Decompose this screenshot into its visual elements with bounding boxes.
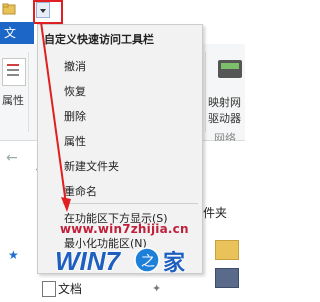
svg-text:家: 家 [163,250,186,276]
watermark-url: www.win7zhijia.cn [60,222,189,236]
svg-text:之: 之 [141,253,155,269]
svg-text:WIN7: WIN7 [55,246,122,276]
watermark-logo: WIN7 之 家 [55,245,187,277]
